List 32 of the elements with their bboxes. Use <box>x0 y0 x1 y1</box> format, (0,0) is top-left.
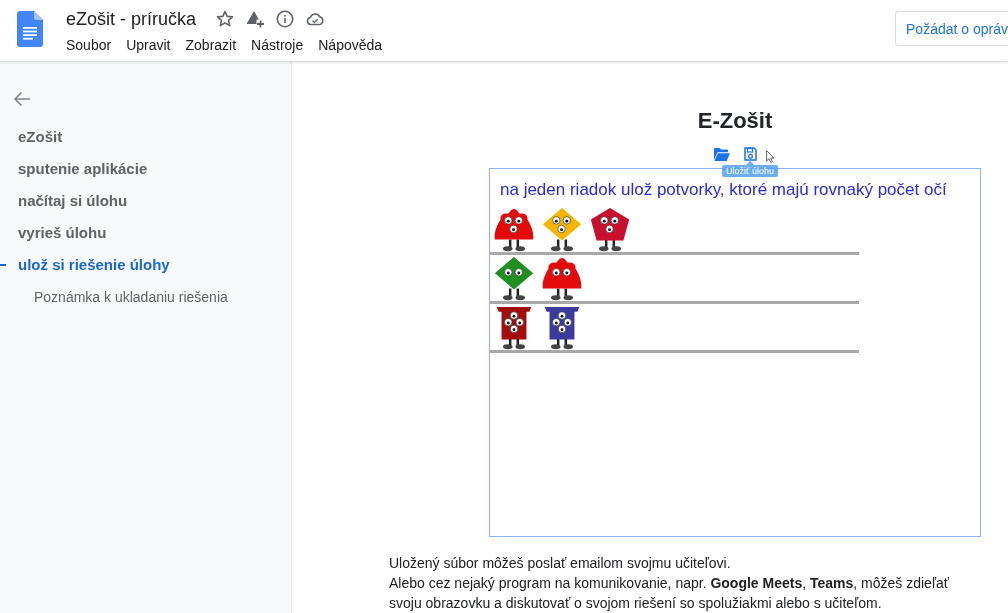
save-icon[interactable] <box>743 147 757 161</box>
monster-icon[interactable] <box>540 255 584 301</box>
nav-item[interactable]: vyrieš úlohu <box>0 217 291 249</box>
back-arrow-icon[interactable] <box>13 90 31 108</box>
info-icon[interactable] <box>276 10 295 28</box>
monster-icon[interactable] <box>540 206 584 252</box>
tooltip: Uložiť úlohu <box>722 161 778 177</box>
paragraph-text: Uložený súbor môžeš poslať emailom svojmu učiteľovi. <box>389 554 732 573</box>
paragraph-text: Alebo cez nejaký program na komunikovanie, napr. Google Meets, Teams, môžeš zdieľať svoju obrazovku a diskutovať o svojom riešení so spolužiakmi alebo s učiteľom. <box>389 574 950 613</box>
nav-item[interactable]: načítaj si úlohu <box>0 185 291 217</box>
triangle-plus-icon[interactable] <box>246 10 265 28</box>
menu-item[interactable]: Nástroje <box>251 36 304 54</box>
document-title[interactable]: eZošit - príručka <box>66 7 197 31</box>
nav-item[interactable]: eZošit <box>0 121 291 153</box>
nav-subitem[interactable]: Poznámka k ukladaniu riešenia <box>0 281 291 313</box>
monster-icon[interactable] <box>588 206 632 252</box>
mouse-pointer-icon <box>765 150 775 163</box>
nav-item[interactable]: ulož si riešenie úlohy <box>0 249 291 281</box>
monster-icon[interactable] <box>492 206 536 252</box>
page-heading: E-Zošit <box>696 107 774 135</box>
menu-item[interactable]: Soubor <box>66 36 112 54</box>
menu-item[interactable]: Upravit <box>126 36 171 54</box>
menu-item[interactable]: Nápověda <box>318 36 383 54</box>
menu-item[interactable]: Zobrazit <box>185 36 237 54</box>
document-icon[interactable] <box>17 11 43 47</box>
task-instruction: na jeden riadok ulož potvorky, ktoré majú rovnaký počet očí <box>500 181 947 199</box>
monster-icon[interactable] <box>492 255 536 301</box>
nav-item[interactable]: sputenie aplikácie <box>0 153 291 185</box>
folder-icon[interactable] <box>713 147 730 161</box>
cloud-check-icon[interactable] <box>306 10 325 28</box>
request-edit-button[interactable]: Požádat o opráv <box>895 11 1008 46</box>
star-icon[interactable] <box>216 10 235 28</box>
